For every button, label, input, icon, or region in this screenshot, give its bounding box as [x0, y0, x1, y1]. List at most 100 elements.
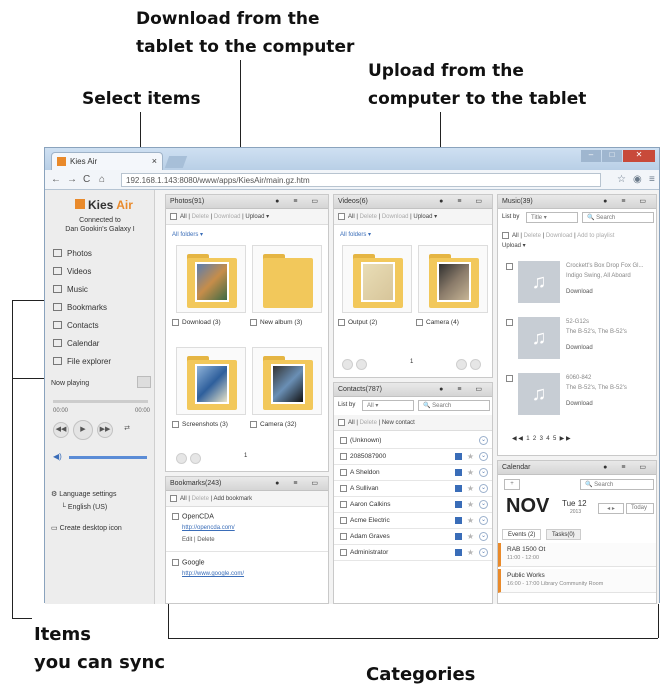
list-by-select[interactable]: All ▾: [362, 400, 414, 411]
select-all-checkbox[interactable]: [170, 213, 177, 220]
download-button[interactable]: Download: [382, 214, 409, 220]
today-button[interactable]: Today: [626, 503, 654, 514]
folder-label[interactable]: New album (3): [250, 319, 302, 326]
sidebar-item-photos[interactable]: Photos: [53, 246, 92, 260]
panel-controls-icon[interactable]: ● ≡ ▭: [275, 479, 324, 487]
volume-icon[interactable]: ◀): [53, 452, 62, 461]
sidebar-item-calendar[interactable]: Calendar: [53, 336, 99, 350]
contact-row[interactable]: Adam Graves ★ ⌄: [334, 529, 492, 545]
upload-button[interactable]: Upload: [245, 214, 264, 220]
back-arrow-icon[interactable]: ←: [51, 174, 61, 185]
select-all-checkbox[interactable]: [170, 495, 177, 502]
event-item[interactable]: RAB 1500 Ot 11:00 - 12:00: [498, 543, 656, 567]
bookmark-actions[interactable]: Edit | Delete: [182, 537, 215, 543]
folder-label[interactable]: Screenshots (3): [172, 421, 228, 428]
folder-label[interactable]: Download (3): [172, 319, 221, 326]
sidebar-item-contacts[interactable]: Contacts: [53, 318, 99, 332]
select-all-checkbox[interactable]: [502, 231, 509, 239]
upload-button[interactable]: Upload: [502, 243, 521, 249]
contact-row[interactable]: (Unknown) ⌄: [334, 433, 492, 449]
home-icon[interactable]: ⌂: [99, 174, 105, 185]
contact-row[interactable]: Aaron Calkins ★ ⌄: [334, 497, 492, 513]
photos-pager[interactable]: [176, 451, 204, 464]
folder-label[interactable]: Camera (32): [250, 421, 296, 428]
music-item[interactable]: ♫ 6060-842 The B-52's, The B-52's Downlo…: [502, 371, 652, 419]
language-value[interactable]: └ English (US): [61, 504, 107, 511]
sidebar-item-bookmarks[interactable]: Bookmarks: [53, 300, 107, 314]
bookmark-item[interactable]: Google: [172, 559, 205, 566]
playback-progress[interactable]: [53, 400, 148, 403]
select-all-checkbox[interactable]: [338, 213, 345, 220]
menu-icon[interactable]: ≡: [649, 174, 655, 185]
list-by-select[interactable]: Title ▾: [526, 212, 578, 223]
calendar-nav-buttons[interactable]: ◂ ▸: [598, 503, 624, 514]
delete-button[interactable]: Delete: [360, 214, 377, 220]
contacts-search-input[interactable]: 🔍 Search: [418, 400, 490, 411]
new-contact-button[interactable]: New contact: [382, 420, 415, 426]
folder-thumb[interactable]: [176, 245, 246, 313]
contact-row[interactable]: A Sheldon ★ ⌄: [334, 465, 492, 481]
sidebar-item-music[interactable]: Music: [53, 282, 88, 296]
event-item[interactable]: Public Works 16:00 - 17:00 Library Commun…: [498, 569, 656, 593]
language-settings-link[interactable]: ⚙ Language settings: [51, 490, 116, 498]
folder-label[interactable]: Camera (4): [416, 319, 459, 326]
tab-events[interactable]: Events (2): [502, 529, 542, 540]
folder-thumb[interactable]: [252, 347, 322, 415]
panel-controls-icon[interactable]: ● ≡ ▭: [439, 385, 488, 393]
delete-button[interactable]: Delete: [524, 233, 541, 239]
folder-thumb[interactable]: [176, 347, 246, 415]
url-field[interactable]: 192.168.1.143:8080/www/apps/KiesAir/main…: [121, 173, 601, 187]
create-desktop-icon-link[interactable]: ▭ Create desktop icon: [51, 524, 122, 532]
calendar-search-input[interactable]: 🔍 Search: [580, 479, 654, 490]
select-all-checkbox[interactable]: [338, 419, 345, 426]
sidebar-item-file-explorer[interactable]: File explorer: [53, 354, 111, 368]
new-tab-button[interactable]: [164, 156, 188, 168]
folder-label[interactable]: Output (2): [338, 319, 377, 326]
all-folders-dropdown[interactable]: All folders ▾: [172, 231, 203, 238]
tab-close-icon[interactable]: ×: [152, 156, 157, 166]
bookmark-item[interactable]: OpenCDA: [172, 513, 214, 520]
music-item[interactable]: ♫ Crockett's Box Drop Fox Gl... Indigo S…: [502, 259, 652, 307]
close-window-button[interactable]: ✕: [623, 150, 655, 162]
minimize-button[interactable]: –: [581, 150, 601, 162]
browser-tab[interactable]: Kies Air ×: [51, 152, 163, 170]
add-event-button[interactable]: +: [504, 479, 520, 490]
volume-slider[interactable]: [69, 456, 147, 459]
bookmark-url[interactable]: http://www.google.com/: [182, 571, 244, 577]
videos-pager[interactable]: [342, 357, 370, 370]
contact-row[interactable]: Administrator ★ ⌄: [334, 545, 492, 561]
all-folders-dropdown[interactable]: All folders ▾: [340, 231, 371, 238]
reload-icon[interactable]: C: [83, 174, 90, 185]
contact-row[interactable]: Acme Electric ★ ⌄: [334, 513, 492, 529]
panel-controls-icon[interactable]: ● ≡ ▭: [439, 197, 488, 205]
videos-pager-next[interactable]: [456, 357, 484, 370]
sidebar-item-videos[interactable]: Videos: [53, 264, 91, 278]
play-icon[interactable]: ▶: [73, 420, 93, 440]
extension-icon[interactable]: ◉: [633, 174, 642, 185]
folder-thumb[interactable]: [342, 245, 412, 313]
tab-tasks[interactable]: Tasks(0): [546, 529, 581, 540]
folder-thumb[interactable]: [418, 245, 488, 313]
add-to-playlist-button[interactable]: Add to playlist: [577, 233, 614, 239]
panel-controls-icon[interactable]: ● ≡ ▭: [603, 197, 652, 205]
add-bookmark-button[interactable]: Add bookmark: [213, 496, 252, 502]
download-button[interactable]: Download: [214, 214, 241, 220]
contact-row[interactable]: A Sullivan ★ ⌄: [334, 481, 492, 497]
star-bookmark-icon[interactable]: ☆: [617, 174, 626, 185]
download-button[interactable]: Download: [546, 233, 573, 239]
contact-row[interactable]: 2085087900 ★ ⌄: [334, 449, 492, 465]
folder-thumb[interactable]: [252, 245, 322, 313]
maximize-button[interactable]: □: [602, 150, 622, 162]
music-item[interactable]: ♫ 52-G12s The B-52's, The B-52's Downloa…: [502, 315, 652, 363]
music-search-input[interactable]: 🔍 Search: [582, 212, 654, 223]
shuffle-icon[interactable]: ⇄: [119, 422, 135, 438]
panel-controls-icon[interactable]: ● ≡ ▭: [275, 197, 324, 205]
previous-icon[interactable]: ◀◀: [53, 422, 69, 438]
upload-button[interactable]: Upload: [413, 214, 432, 220]
playlist-button[interactable]: [137, 376, 151, 388]
music-pager[interactable]: ◀ ◀ 1 2 3 4 5 ▶ ▶: [512, 435, 571, 442]
next-icon[interactable]: ▶▶: [97, 422, 113, 438]
forward-arrow-icon[interactable]: →: [67, 174, 77, 185]
delete-button[interactable]: Delete: [192, 496, 209, 502]
panel-controls-icon[interactable]: ● ≡ ▭: [603, 463, 652, 471]
